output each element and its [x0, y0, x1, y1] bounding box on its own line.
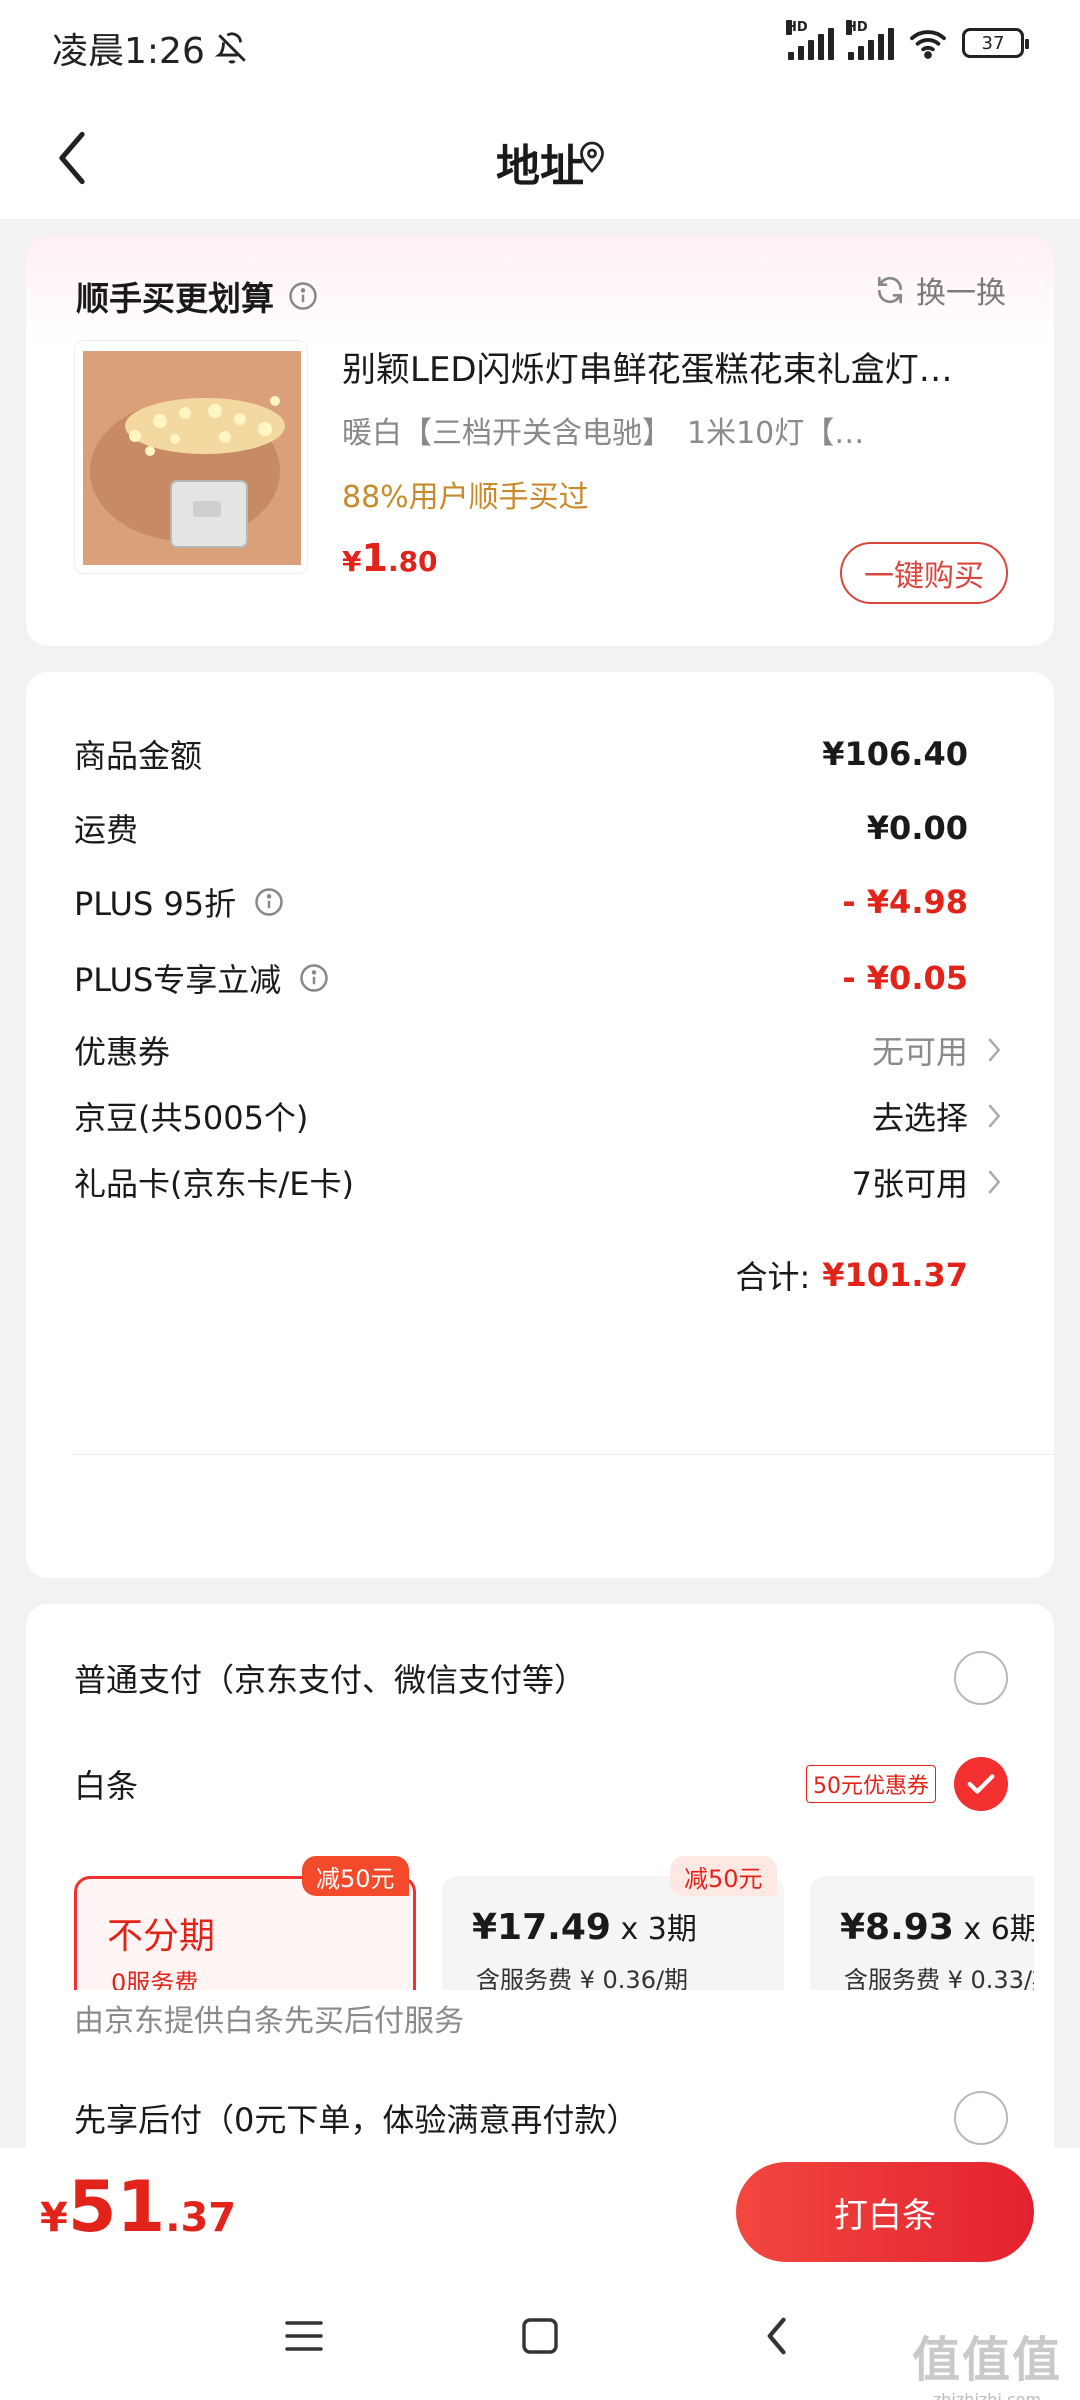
signal-icon: HD [786, 20, 834, 60]
chevron-right-icon [988, 1104, 1001, 1128]
coupon-badge: 50元优惠券 [806, 1765, 936, 1803]
discount-badge: 减50元 [302, 1856, 409, 1896]
payment-option-normal[interactable]: 普通支付（京东支付、微信支付等） [74, 1648, 1008, 1708]
product-image [75, 341, 307, 573]
plan-period: x 3期 [610, 1912, 697, 1947]
price-currency: ¥ [342, 545, 362, 578]
radio-button-checked[interactable] [954, 1757, 1008, 1811]
chevron-right-icon [988, 1038, 1001, 1062]
summary-row-coupon[interactable]: 优惠券 无可用 [74, 1020, 1001, 1080]
page-title[interactable]: 地址 [0, 130, 1080, 194]
plan-main: ¥17.49 [472, 1907, 611, 1948]
radio-button[interactable] [954, 1651, 1008, 1705]
battery-level: 37 [981, 32, 1005, 54]
swap-label: 换一换 [916, 276, 1006, 311]
total-label: 合计: [735, 1258, 811, 1296]
checkmark-icon [967, 1774, 995, 1794]
plan-main: 不分期 [107, 1916, 216, 1957]
payment-label: 普通支付（京东支付、微信支付等） [74, 1661, 587, 1699]
plan-sub: 含服务费 ¥ 0.36/期 [476, 1966, 689, 1990]
product-name[interactable]: 别颖LED闪烁灯串鲜花蛋糕花束礼盒灯… [342, 342, 1002, 391]
nav-back-button[interactable] [746, 2306, 806, 2366]
location-pin-icon[interactable] [578, 140, 606, 174]
info-icon[interactable] [254, 887, 284, 917]
pay-amount: ¥ 51 .37 [40, 2166, 236, 2248]
watermark-url: zhizhizhi.com [932, 2390, 1042, 2400]
upsell-title: 顺手买更划算 [76, 279, 274, 318]
row-label: PLUS专享立减 [74, 961, 282, 999]
baitiao-note: 由京东提供白条先买后付服务 [74, 2004, 464, 2039]
upsell-card: 顺手买更划算 换一换 别颖LED闪烁灯串鲜花蛋糕花束礼盒灯… 暖白【三档开关含电… [26, 236, 1054, 646]
signal-icon: HD [846, 20, 894, 60]
wifi-icon [910, 30, 946, 59]
summary-row-plus-discount: PLUS 95折 - ¥4.98 [74, 872, 968, 932]
row-value: 7张可用 [851, 1165, 968, 1203]
row-value: 无可用 [871, 1033, 968, 1071]
payment-option-pay-later[interactable]: 先享后付（0元下单，体验满意再付款） [74, 2088, 1008, 2148]
summary-row-jingdou[interactable]: 京豆(共5005个) 去选择 [74, 1086, 1001, 1146]
order-summary-card: 商品金额 ¥106.40 运费 ¥0.00 PLUS 95折 - ¥4.98 P… [26, 672, 1054, 1578]
row-value: - ¥0.05 [842, 959, 968, 997]
back-icon [767, 2317, 786, 2355]
page-header: 地址 [0, 96, 1080, 220]
divider [72, 1454, 1054, 1455]
row-label: 优惠券 [74, 1033, 171, 1071]
info-icon[interactable] [288, 281, 318, 311]
menu-icon [285, 2321, 323, 2351]
pay-currency: ¥ [40, 2195, 68, 2241]
pay-amount-decimal: .37 [165, 2195, 237, 2241]
swap-button[interactable]: 换一换 [874, 268, 1006, 312]
plan-main: ¥8.93 [840, 1907, 954, 1948]
installment-plans: 不分期 0服务费 ¥17.49 x 3期 含服务费 ¥ 0.36/期 ¥8.93… [74, 1854, 1034, 1990]
row-value: - ¥4.98 [842, 883, 968, 921]
watermark: 值值值 zhizhizhi.com [912, 2320, 1062, 2400]
home-button[interactable] [510, 2306, 570, 2366]
pay-amount-integer: 51 [67, 2166, 166, 2248]
social-proof-text: 88%用户顺手买过 [342, 480, 589, 515]
discount-badge: 减50元 [670, 1856, 777, 1896]
row-label: 运费 [74, 811, 139, 849]
row-value: ¥0.00 [866, 809, 968, 847]
one-click-buy-button[interactable]: 一键购买 [840, 542, 1008, 604]
plan-period: x 6期 [953, 1912, 1034, 1947]
row-value: ¥106.40 [822, 735, 968, 773]
payment-label: 白条 [74, 1767, 139, 1805]
row-label: 礼品卡(京东卡/E卡) [74, 1165, 354, 1203]
summary-total: 合计: ¥101.37 [735, 1252, 968, 1298]
payment-method-card: 普通支付（京东支付、微信支付等） 白条 50元优惠券 不分期 0服务费 ¥17.… [26, 1604, 1054, 2204]
summary-row-shipping: 运费 ¥0.00 [74, 798, 968, 858]
checkout-bar: ¥ 51 .37 打白条 [0, 2148, 1080, 2272]
price-decimal: .80 [387, 545, 438, 578]
refresh-icon [878, 276, 902, 304]
home-square-icon [522, 2318, 558, 2354]
product-thumbnail[interactable] [74, 340, 308, 574]
bell-off-icon [214, 32, 246, 64]
total-value: ¥101.37 [822, 1256, 968, 1294]
watermark-logo: 值值值 [911, 2332, 1062, 2388]
status-bar: 凌晨1:26 HD HD 37 [0, 0, 1080, 96]
radio-button[interactable] [954, 2091, 1008, 2145]
row-value: 去选择 [871, 1099, 968, 1137]
status-time: 凌晨1:26 [52, 31, 205, 72]
row-label: PLUS 95折 [74, 885, 237, 923]
product-price: ¥1.80 [342, 536, 438, 580]
payment-label: 先享后付（0元下单，体验满意再付款） [74, 2101, 639, 2139]
row-label: 京豆(共5005个) [74, 1099, 309, 1137]
summary-row-plus-reduction: PLUS专享立减 - ¥0.05 [74, 948, 968, 1008]
menu-button[interactable] [274, 2306, 334, 2366]
summary-row-gift-card[interactable]: 礼品卡(京东卡/E卡) 7张可用 [74, 1152, 1001, 1212]
pay-baitiao-button[interactable]: 打白条 [736, 2162, 1034, 2262]
plan-sub: 0服务费 [111, 1969, 199, 1990]
product-spec: 暖白【三档开关含电驰】 1米10灯【… [342, 416, 865, 451]
installment-plan-6[interactable]: ¥8.93 x 6期 含服务费 ¥ 0.33/期 [810, 1876, 1034, 1990]
payment-option-baitiao[interactable]: 白条 50元优惠券 [74, 1754, 1008, 1814]
battery-icon: 37 [962, 28, 1029, 58]
summary-row-goods: 商品金额 ¥106.40 [74, 724, 968, 784]
plan-sub: 含服务费 ¥ 0.33/期 [844, 1966, 1034, 1990]
row-label: 商品金额 [74, 737, 203, 775]
price-integer: 1 [361, 536, 388, 580]
chevron-right-icon [988, 1170, 1001, 1194]
info-icon[interactable] [299, 963, 329, 993]
